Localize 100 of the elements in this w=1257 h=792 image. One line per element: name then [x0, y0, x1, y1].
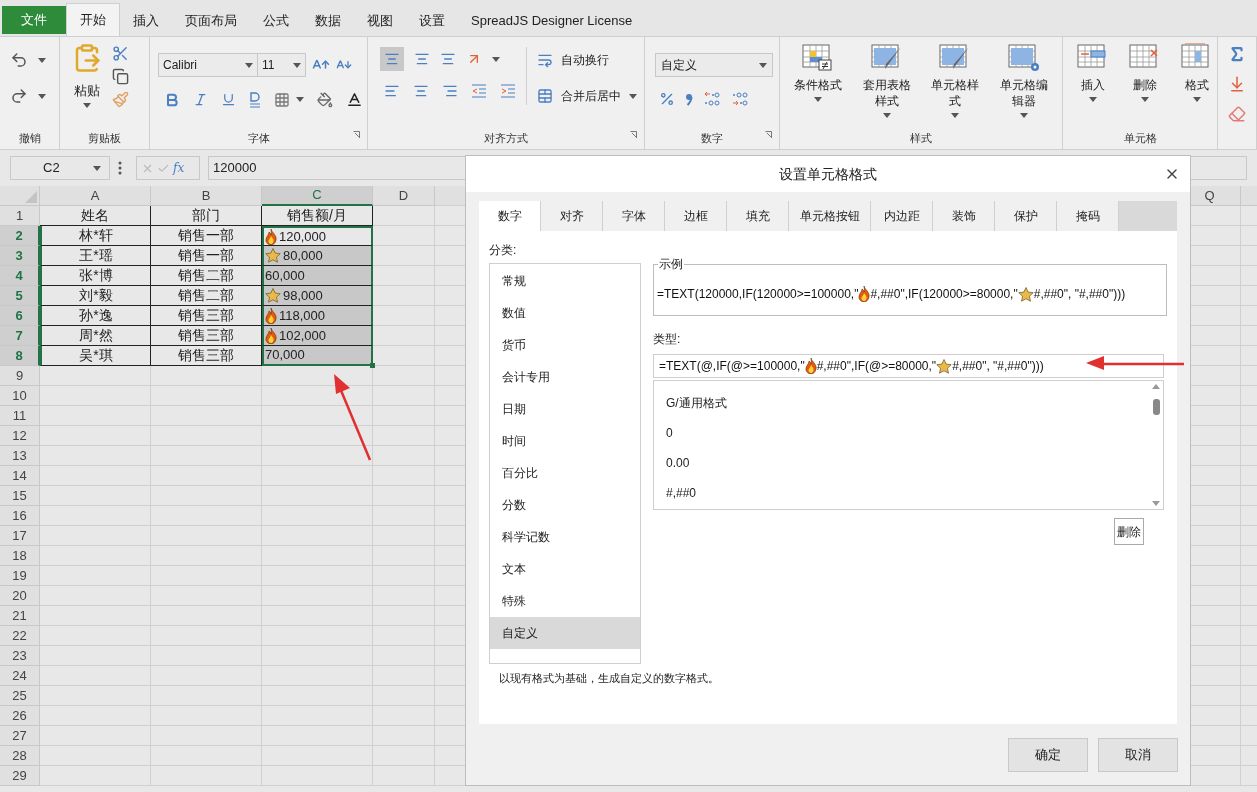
- category-item[interactable]: 时间: [490, 425, 640, 457]
- merge-center-button[interactable]: 合并后居中: [537, 87, 621, 105]
- row-header[interactable]: 19: [0, 566, 40, 586]
- row-header[interactable]: 5: [0, 286, 40, 306]
- fill-down-icon[interactable]: [1228, 75, 1246, 93]
- increase-indent-icon[interactable]: [500, 84, 516, 98]
- dialog-button[interactable]: 确定: [1008, 737, 1088, 772]
- row-header[interactable]: 15: [0, 486, 40, 506]
- ribbon-button[interactable]: 套用表格样式: [855, 43, 918, 118]
- scroll-up-icon[interactable]: [1152, 384, 1160, 389]
- dialog-tab[interactable]: 数字: [479, 201, 541, 231]
- ribbon-tab[interactable]: 开始: [66, 3, 120, 36]
- ribbon-tab[interactable]: 公式: [250, 6, 302, 36]
- dialog-launcher-icon[interactable]: [765, 131, 773, 139]
- row-header[interactable]: 21: [0, 606, 40, 626]
- row-header[interactable]: 1: [0, 206, 40, 226]
- row-header[interactable]: 24: [0, 666, 40, 686]
- row-header[interactable]: 27: [0, 726, 40, 746]
- format-painter-icon[interactable]: [112, 91, 129, 108]
- sum-icon[interactable]: [1228, 45, 1246, 63]
- category-item[interactable]: 自定义: [490, 617, 640, 649]
- copy-icon[interactable]: [112, 68, 129, 85]
- row-header[interactable]: 11: [0, 406, 40, 426]
- dialog-tab[interactable]: 保护: [995, 201, 1057, 231]
- row-header[interactable]: 6: [0, 306, 40, 326]
- bottom-align-icon[interactable]: [440, 51, 456, 67]
- row-header[interactable]: 26: [0, 706, 40, 726]
- category-item[interactable]: 特殊: [490, 585, 640, 617]
- number-format-dropdown[interactable]: 自定义: [655, 53, 773, 77]
- paste-button[interactable]: 粘贴: [72, 43, 102, 108]
- row-header[interactable]: 9: [0, 366, 40, 386]
- eraser-icon[interactable]: [1228, 105, 1246, 123]
- row-header[interactable]: 29: [0, 766, 40, 786]
- category-item[interactable]: 百分比: [490, 457, 640, 489]
- font-size-dropdown[interactable]: 11: [258, 53, 306, 77]
- row-header[interactable]: 25: [0, 686, 40, 706]
- row-header[interactable]: 17: [0, 526, 40, 546]
- delete-button[interactable]: 删除: [1114, 518, 1144, 545]
- wrap-text-button[interactable]: 自动换行: [537, 51, 637, 69]
- font-name-dropdown[interactable]: Calibri: [158, 53, 258, 77]
- row-header[interactable]: 10: [0, 386, 40, 406]
- row-header[interactable]: 3: [0, 246, 40, 266]
- more-icon[interactable]: [118, 161, 122, 175]
- increase-decimal-icon[interactable]: [703, 91, 721, 107]
- format-item[interactable]: G/通用格式: [654, 388, 1149, 418]
- ribbon-button[interactable]: 单元格编辑器: [992, 43, 1055, 118]
- fill-color-icon[interactable]: [317, 91, 333, 108]
- format-item[interactable]: #,##0: [654, 478, 1149, 508]
- redo-icon[interactable]: [10, 87, 28, 105]
- column-header[interactable]: C: [262, 186, 373, 206]
- fill-handle[interactable]: [370, 363, 375, 368]
- name-box[interactable]: C2: [10, 156, 110, 180]
- row-header[interactable]: 16: [0, 506, 40, 526]
- category-item[interactable]: 日期: [490, 393, 640, 425]
- decrease-indent-icon[interactable]: [471, 84, 487, 98]
- ribbon-tab[interactable]: 视图: [354, 6, 406, 36]
- row-header[interactable]: 13: [0, 446, 40, 466]
- column-header[interactable]: D: [373, 186, 435, 206]
- category-item[interactable]: 分数: [490, 489, 640, 521]
- category-item[interactable]: 文本: [490, 553, 640, 585]
- ribbon-button[interactable]: 单元格样式: [924, 43, 987, 118]
- type-field[interactable]: =TEXT(@,IF(@>=100000," #,##0",IF(@>=80000," #,##0", "#,##0"))): [653, 354, 1164, 378]
- font-color-icon[interactable]: [346, 91, 363, 108]
- ribbon-button[interactable]: 删除: [1119, 43, 1171, 102]
- row-header[interactable]: 14: [0, 466, 40, 486]
- ribbon-tab[interactable]: 数据: [302, 6, 354, 36]
- column-header[interactable]: B: [151, 186, 262, 206]
- ribbon-tab[interactable]: 页面布局: [172, 6, 250, 36]
- category-item[interactable]: 货币: [490, 329, 640, 361]
- comma-style-icon[interactable]: [685, 92, 693, 106]
- decrease-decimal-icon[interactable]: [731, 91, 749, 107]
- format-item[interactable]: 0: [654, 418, 1149, 448]
- border-icon[interactable]: [274, 91, 290, 108]
- dialog-launcher-icon[interactable]: [353, 131, 361, 139]
- dialog-tab[interactable]: 单元格按钮: [789, 201, 871, 231]
- dialog-tab[interactable]: 边框: [665, 201, 727, 231]
- double-underline-icon[interactable]: [249, 91, 261, 108]
- dialog-tab[interactable]: 内边距: [871, 201, 933, 231]
- dialog-tab[interactable]: 对齐: [541, 201, 603, 231]
- align-right-icon[interactable]: [442, 83, 458, 99]
- ribbon-tab[interactable]: 设置: [406, 6, 458, 36]
- bold-icon[interactable]: [164, 91, 180, 108]
- top-align-icon[interactable]: [380, 47, 404, 71]
- row-header[interactable]: 12: [0, 426, 40, 446]
- dialog-tab[interactable]: 填充: [727, 201, 789, 231]
- ribbon-button[interactable]: 格式: [1171, 43, 1223, 102]
- dialog-tab[interactable]: 装饰: [933, 201, 995, 231]
- dialog-tab[interactable]: 字体: [603, 201, 665, 231]
- column-header[interactable]: A: [40, 186, 151, 206]
- dialog-button[interactable]: 取消: [1098, 737, 1178, 772]
- middle-align-icon[interactable]: [414, 51, 430, 67]
- ribbon-tab[interactable]: 文件: [2, 6, 66, 34]
- dialog-launcher-icon[interactable]: [630, 131, 638, 139]
- underline-icon[interactable]: [221, 92, 236, 107]
- align-left-icon[interactable]: [384, 83, 400, 99]
- row-header[interactable]: 18: [0, 546, 40, 566]
- italic-icon[interactable]: [193, 92, 208, 107]
- category-item[interactable]: 数值: [490, 297, 640, 329]
- category-item[interactable]: 科学记数: [490, 521, 640, 553]
- cut-icon[interactable]: [112, 45, 129, 62]
